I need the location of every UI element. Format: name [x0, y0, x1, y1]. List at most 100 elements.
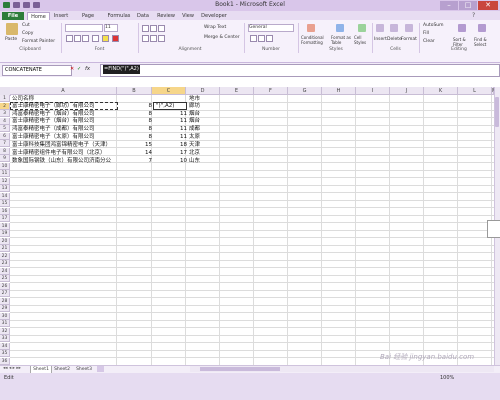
- cell-c8[interactable]: 17: [153, 149, 187, 157]
- column-header-b[interactable]: B: [117, 87, 152, 95]
- name-box[interactable]: CONCATENATE: [2, 65, 72, 76]
- italic-icon[interactable]: [74, 35, 81, 42]
- row-header-30[interactable]: 30: [0, 312, 10, 320]
- conditional-formatting-icon[interactable]: [307, 24, 315, 32]
- sheet-tab-sheet3[interactable]: Sheet3: [74, 366, 94, 373]
- autosum-button[interactable]: AutoSum: [423, 23, 444, 28]
- wrap-text-button[interactable]: Wrap Text: [204, 25, 226, 30]
- cell-d5[interactable]: 成都: [189, 125, 200, 133]
- align-right-icon[interactable]: [158, 35, 165, 42]
- row-header-2[interactable]: 2: [0, 102, 10, 110]
- underline-icon[interactable]: [82, 35, 89, 42]
- formula-text[interactable]: =FIND(")",A2): [103, 65, 140, 74]
- cell-a6[interactable]: 富士康精密电子（太原）有限公司: [12, 133, 95, 141]
- cell-styles-icon[interactable]: [358, 24, 366, 32]
- insert-function-button[interactable]: fx: [85, 65, 97, 74]
- delete-cells-button[interactable]: Delete: [387, 37, 402, 42]
- cell-c6[interactable]: 11: [153, 133, 187, 141]
- tab-view[interactable]: View: [180, 12, 196, 20]
- cell-b9[interactable]: 7: [118, 157, 153, 165]
- row-header-16[interactable]: 16: [0, 207, 10, 215]
- row-header-34[interactable]: 34: [0, 342, 10, 350]
- border-icon[interactable]: [92, 35, 99, 42]
- maximize-button[interactable]: □: [459, 1, 477, 10]
- column-header-j[interactable]: J: [390, 87, 424, 95]
- row-header-23[interactable]: 23: [0, 260, 10, 267]
- row-header-12[interactable]: 12: [0, 177, 10, 185]
- row-header-28[interactable]: 28: [0, 297, 10, 305]
- column-header-a[interactable]: A: [10, 87, 117, 95]
- bold-icon[interactable]: [66, 35, 73, 42]
- row-header-5[interactable]: 5: [0, 125, 10, 132]
- delete-cells-icon[interactable]: [390, 24, 398, 32]
- cell-b5[interactable]: 8: [118, 125, 153, 133]
- cell-a9[interactable]: 数象国际钢铁（山东）有限公司济南分公: [12, 157, 111, 165]
- format-as-table-icon[interactable]: [336, 24, 344, 32]
- column-header-g[interactable]: G: [288, 87, 322, 95]
- insert-cells-button[interactable]: Insert: [374, 37, 387, 42]
- cell-a8[interactable]: 富士康精密组件电子有限公司（北京）: [12, 149, 106, 157]
- zoom-level[interactable]: 100%: [440, 375, 454, 381]
- help-icon[interactable]: ?: [472, 12, 475, 19]
- insert-cells-icon[interactable]: [376, 24, 384, 32]
- row-header-29[interactable]: 29: [0, 305, 10, 312]
- row-header-6[interactable]: 6: [0, 132, 10, 140]
- align-top-icon[interactable]: [142, 25, 149, 32]
- row-header-4[interactable]: 4: [0, 117, 10, 125]
- tab-formulas[interactable]: Formulas: [106, 12, 132, 20]
- copy-button[interactable]: Copy: [22, 31, 33, 36]
- align-middle-icon[interactable]: [150, 25, 157, 32]
- comma-icon[interactable]: [266, 35, 273, 42]
- cell-d2[interactable]: 廊坊: [189, 102, 200, 110]
- align-center-icon[interactable]: [150, 35, 157, 42]
- format-cells-icon[interactable]: [405, 24, 413, 32]
- row-header-15[interactable]: 15: [0, 200, 10, 207]
- format-as-table-button[interactable]: Format as Table: [331, 35, 353, 45]
- row-header-7[interactable]: 7: [0, 140, 10, 147]
- align-left-icon[interactable]: [142, 35, 149, 42]
- clear-button[interactable]: Clear: [423, 39, 435, 44]
- column-header-k[interactable]: K: [424, 87, 458, 95]
- tab-developer[interactable]: Developer: [199, 12, 229, 20]
- row-header-26[interactable]: 26: [0, 282, 10, 290]
- row-header-35[interactable]: 35: [0, 350, 10, 357]
- row-header-1[interactable]: 1: [0, 95, 10, 102]
- cell-d9[interactable]: 山东: [189, 157, 200, 165]
- column-header-l[interactable]: L: [458, 87, 492, 95]
- side-tool-icon[interactable]: [487, 220, 500, 238]
- row-header-20[interactable]: 20: [0, 237, 10, 245]
- row-header-31[interactable]: 31: [0, 320, 10, 327]
- cell-b6[interactable]: 8: [118, 133, 153, 141]
- insert-sheet-icon[interactable]: [97, 366, 104, 372]
- row-header-25[interactable]: 25: [0, 275, 10, 282]
- cell-c9[interactable]: 10: [153, 157, 187, 165]
- cell-c5[interactable]: 11: [153, 125, 187, 133]
- cell-a2[interactable]: 富士康精密电子（廊坊）有限公司: [12, 102, 95, 110]
- cell-b2[interactable]: 8: [118, 102, 153, 110]
- row-header-3[interactable]: 3: [0, 110, 10, 117]
- cell-d7[interactable]: 天津: [189, 141, 200, 149]
- column-header-h[interactable]: H: [322, 87, 356, 95]
- row-header-9[interactable]: 9: [0, 155, 10, 162]
- row-header-11[interactable]: 11: [0, 170, 10, 177]
- cell-a7[interactable]: 富士康科技集团鸿富锦精密电子（天津）: [12, 141, 111, 149]
- find-select-icon[interactable]: [478, 24, 486, 32]
- cell-d4[interactable]: 烟台: [189, 117, 200, 125]
- percent-icon[interactable]: [258, 35, 265, 42]
- row-header-10[interactable]: 10: [0, 162, 10, 170]
- column-header-e[interactable]: E: [220, 87, 254, 95]
- align-bottom-icon[interactable]: [158, 25, 165, 32]
- sort-filter-icon[interactable]: [458, 24, 466, 32]
- row-header-14[interactable]: 14: [0, 192, 10, 200]
- sort-filter-button[interactable]: Sort & Filter: [453, 37, 471, 47]
- row-header-32[interactable]: 32: [0, 327, 10, 335]
- tab-insert[interactable]: Insert: [52, 12, 70, 20]
- cell-b8[interactable]: 14: [118, 149, 152, 157]
- cell-b4[interactable]: 8: [118, 117, 153, 125]
- fill-button[interactable]: Fill: [423, 31, 429, 36]
- cut-button[interactable]: Cut: [22, 23, 30, 28]
- sheet-nav-icons[interactable]: ◂◂ ◂ ▸ ▸▸: [3, 366, 21, 371]
- cell-d6[interactable]: 太原: [189, 133, 200, 141]
- cell-a4[interactable]: 富士康精密电子（烟台）有限公司: [12, 117, 95, 125]
- vertical-scroll-thumb[interactable]: [495, 97, 499, 127]
